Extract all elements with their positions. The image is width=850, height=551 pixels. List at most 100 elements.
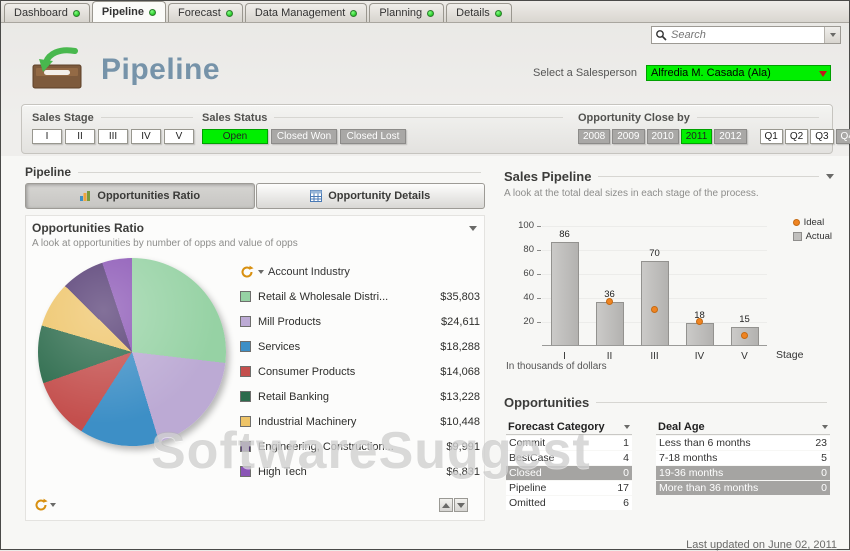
filter-button-ii[interactable]: II (65, 129, 95, 144)
bar-chart-plot[interactable]: 86I36II70III18IV15V (542, 226, 767, 346)
y-axis-tick-label: 80 (508, 244, 534, 255)
list-item-pipeline[interactable]: Pipeline17 (506, 481, 632, 495)
list-item-label: Commit (509, 437, 545, 449)
divider (596, 402, 827, 403)
tab-pipeline[interactable]: Pipeline (92, 1, 166, 22)
list-header-label: Forecast Category (508, 421, 605, 433)
legend-item-value: $9,991 (428, 441, 480, 453)
legend-item-services[interactable]: Services$18,288 (240, 334, 480, 359)
tab-opportunities-ratio[interactable]: Opportunities Ratio (25, 183, 255, 209)
list-item-19-36-months[interactable]: 19-36 months 0 (656, 466, 830, 480)
tab-green-dot-icon (149, 9, 156, 16)
legend-item-mill-products[interactable]: Mill Products $24,611 (240, 309, 480, 334)
legend-item-industrial-machinery[interactable]: Industrial Machinery$10,448 (240, 409, 480, 434)
list-item-label: BestCase (509, 452, 555, 464)
sales-pipeline-panel: Sales Pipeline A look at the total deal … (504, 161, 834, 536)
bar-stage-i[interactable] (551, 242, 579, 345)
search-dropdown-button[interactable] (824, 27, 840, 43)
pie-chart[interactable] (38, 258, 226, 446)
filter-button-closed-lost[interactable]: Closed Lost (340, 129, 406, 144)
salesperson-selector: Select a Salesperson Alfredia M. Casada … (533, 65, 831, 81)
list-item-label: 19-36 months (659, 467, 723, 479)
tab-dashboard[interactable]: Dashboard (4, 3, 90, 22)
list-header-deal-age[interactable]: Deal Age (656, 419, 830, 435)
list-item-omitted[interactable]: Omitted6 (506, 496, 632, 510)
legend-item-engineering-construction[interactable]: Engineering, Construction... $9,991 (240, 434, 480, 459)
bar-stage-iv[interactable] (686, 323, 714, 345)
legend-item-retail-wholesale-distri[interactable]: Retail & Wholesale Distri...$35,803 (240, 284, 480, 309)
tab-label: Details (456, 7, 490, 19)
sort-caret-icon (624, 425, 630, 429)
list-header-forecast-category[interactable]: Forecast Category (506, 419, 632, 435)
legend-item-high-tech[interactable]: High Tech$6,831 (240, 459, 480, 484)
divider (274, 117, 563, 118)
filter-button-iii[interactable]: III (98, 129, 128, 144)
filter-button-2010[interactable]: 2010 (647, 129, 679, 144)
page-title: Pipeline (101, 53, 220, 87)
list-item-commit[interactable]: Commit1 (506, 436, 632, 450)
sales-status-filter-group: Sales Status OpenClosed WonClosed Lost (202, 111, 570, 144)
bar-stage-ii[interactable] (596, 302, 624, 345)
legend-item-value: $14,068 (428, 366, 480, 378)
legend-items: Retail & Wholesale Distri...$35,803Mill … (240, 284, 480, 484)
list-header-label: Deal Age (658, 421, 705, 433)
scroll-down-button[interactable] (454, 498, 468, 512)
x-axis-category-label: V (730, 351, 760, 362)
tab-label: Pipeline (102, 6, 144, 18)
ratio-chart-icon (79, 190, 91, 202)
tab-data-management[interactable]: Data Management (245, 3, 368, 22)
divider (598, 176, 819, 177)
scroll-up-button[interactable] (439, 498, 453, 512)
filter-button-open[interactable]: Open (202, 129, 268, 144)
y-axis-tick-icon (537, 322, 541, 323)
filter-button-closed-won[interactable]: Closed Won (271, 129, 337, 144)
sales-pipeline-menu-caret-icon[interactable] (826, 174, 834, 179)
gridline (542, 226, 767, 227)
legend-item-consumer-products[interactable]: Consumer Products$14,068 (240, 359, 480, 384)
list-item-less-than-6-months[interactable]: Less than 6 months23 (656, 436, 830, 450)
tab-planning[interactable]: Planning (369, 3, 444, 22)
filter-button-v[interactable]: V (164, 129, 194, 144)
x-axis-title: Stage (776, 349, 803, 361)
legend-item-label: Engineering, Construction... (258, 441, 421, 453)
filter-button-2008[interactable]: 2008 (578, 129, 610, 144)
divider (101, 117, 193, 118)
salesperson-name: Alfredia M. Casada (Ala) (651, 67, 771, 79)
list-item-value: 0 (821, 467, 827, 479)
search-input[interactable] (667, 29, 824, 41)
cycle-dimension-button[interactable] (34, 498, 56, 512)
legend-item-label: Services (258, 341, 421, 353)
filter-button-2011[interactable]: 2011 (681, 129, 713, 144)
box-menu-caret-icon[interactable] (469, 226, 477, 231)
legend-item-retail-banking[interactable]: Retail Banking$13,228 (240, 384, 480, 409)
legend-item-label: Mill Products (258, 316, 421, 328)
filter-button-i[interactable]: I (32, 129, 62, 144)
tab-details[interactable]: Details (446, 3, 512, 22)
salesperson-value-field[interactable]: Alfredia M. Casada (Ala) (646, 65, 831, 81)
filter-button-q4[interactable]: Q4 (836, 129, 850, 144)
filter-button-2009[interactable]: 2009 (612, 129, 644, 144)
filter-button-q1[interactable]: Q1 (760, 129, 783, 144)
filter-button-q3[interactable]: Q3 (810, 129, 833, 144)
tab-forecast[interactable]: Forecast (168, 3, 243, 22)
y-axis-tick-label: 100 (508, 220, 534, 231)
close-by-group-label: Opportunity Close by (578, 112, 690, 124)
legend-item-value: $24,611 (428, 316, 480, 328)
tab-opportunity-details[interactable]: Opportunity Details (256, 183, 486, 209)
search-box (651, 26, 841, 44)
legend-item-label: High Tech (258, 466, 421, 478)
list-item-closed[interactable]: Closed0 (506, 466, 632, 480)
list-item-7-18-months[interactable]: 7-18 months5 (656, 451, 830, 465)
filter-button-2012[interactable]: 2012 (714, 129, 746, 144)
pie-legend: Account Industry Retail & Wholesale Dist… (240, 260, 480, 484)
y-axis-tick-icon (537, 274, 541, 275)
filter-button-iv[interactable]: IV (131, 129, 161, 144)
bar-stage-iii[interactable] (641, 261, 669, 345)
list-item-bestcase[interactable]: BestCase4 (506, 451, 632, 465)
filter-button-q2[interactable]: Q2 (785, 129, 808, 144)
sales-stage-filter-group: Sales Stage IIIIIIIVV (32, 111, 200, 144)
list-item-more-than-36-months[interactable]: More than 36 months0 (656, 481, 830, 495)
view-tab-label: Opportunity Details (328, 190, 430, 202)
tab-green-dot-icon (226, 10, 233, 17)
dimension-selector[interactable]: Account Industry (240, 260, 480, 284)
